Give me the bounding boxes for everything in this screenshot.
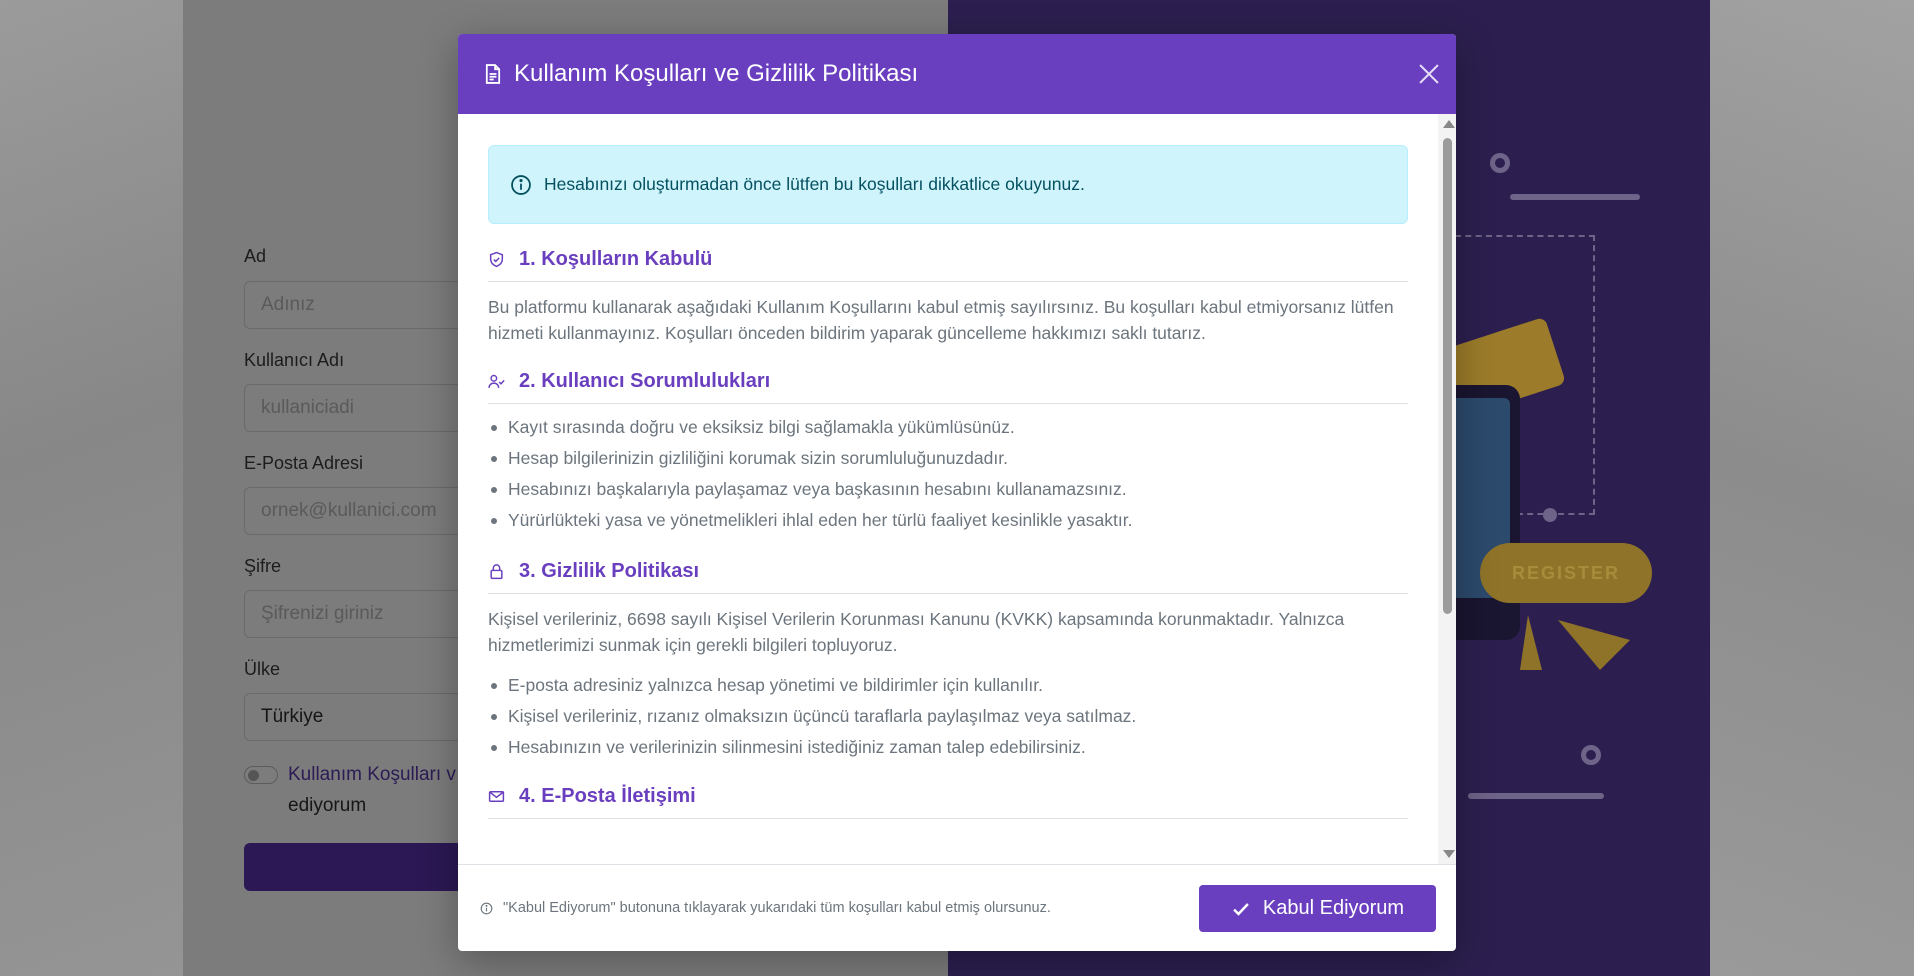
alert-text: Hesabınızı oluşturmadan önce lütfen bu k… — [544, 174, 1085, 194]
list-item: Hesabınızı başkalarıyla paylaşamaz veya … — [488, 474, 1408, 505]
footer-note-text: "Kabul Ediyorum" butonuna tıklayarak yuk… — [503, 900, 1051, 916]
info-circle-icon — [511, 174, 531, 195]
register-illustration-button: REGISTER — [1480, 543, 1652, 603]
lock-icon — [490, 564, 503, 580]
section-title-privacy: 3. Gizlilik Politikası — [488, 560, 1408, 594]
username-input[interactable]: kullaniciadi — [244, 384, 484, 432]
document-icon — [485, 64, 501, 84]
section-title-text: 4. E-Posta İletişimi — [519, 785, 696, 807]
section-paragraph: Kişisel verileriniz, 6698 sayılı Kişisel… — [488, 609, 1345, 655]
modal-title: Kullanım Koşulları ve Gizlilik Politikas… — [514, 60, 919, 87]
decor-dot — [1543, 508, 1557, 522]
info-circle-icon — [480, 902, 493, 914]
scroll-up-arrow-icon[interactable] — [1443, 120, 1455, 128]
user-check-icon — [488, 374, 505, 388]
list-item: E-posta adresiniz yalnızca hesap yönetim… — [488, 670, 1408, 701]
section-title-text: 2. Kullanıcı Sorumlulukları — [519, 370, 771, 392]
list-item: Yürürlükteki yasa ve yönetmelikleri ihla… — [488, 505, 1408, 536]
section-title-responsibilities: 2. Kullanıcı Sorumlulukları — [488, 370, 1408, 404]
terms-text: ediyorum — [288, 795, 367, 816]
section-title-text: 1. Koşulların Kabulü — [519, 248, 713, 270]
password-input[interactable]: Şifrenizi giriniz — [244, 590, 484, 638]
scroll-down-arrow-icon[interactable] — [1443, 850, 1455, 858]
privacy-list: E-posta adresiniz yalnızca hesap yönetim… — [488, 670, 1408, 763]
list-item: Kişisel verileriniz, rızanız olmaksızın … — [488, 701, 1408, 732]
modal-body: Hesabınızı oluşturmadan önce lütfen bu k… — [458, 114, 1456, 864]
section-title-text: 3. Gizlilik Politikası — [519, 560, 700, 582]
decor-triangles — [1520, 615, 1630, 670]
section-paragraph: Bu platformu kullanarak aşağıdaki Kullan… — [488, 297, 1394, 343]
section-title-acceptance: 1. Koşulların Kabulü — [488, 248, 1408, 282]
background-pattern-left — [0, 0, 183, 976]
scroll-thumb[interactable] — [1443, 138, 1452, 614]
footer-note: "Kabul Ediyorum" butonuna tıklayarak yuk… — [480, 900, 1051, 916]
background-pattern-right — [1710, 0, 1914, 976]
email-label: E-Posta Adresi — [244, 453, 364, 473]
check-icon — [1233, 902, 1249, 916]
terms-modal: Kullanım Koşulları ve Gizlilik Politikas… — [458, 34, 1456, 951]
accept-button-label: Kabul Ediyorum — [1262, 897, 1405, 919]
decor-ring — [1490, 153, 1510, 173]
decor-line — [1468, 793, 1604, 799]
country-select[interactable]: Türkiye — [244, 693, 484, 741]
modal-scrollbar[interactable] — [1438, 114, 1456, 864]
terms-toggle[interactable] — [244, 766, 278, 784]
name-label: Ad — [244, 246, 267, 266]
password-label: Şifre — [244, 556, 282, 576]
terms-content: Hesabınızı oluşturmadan önce lütfen bu k… — [488, 145, 1408, 819]
decor-line — [1510, 194, 1640, 200]
envelope-icon — [488, 790, 505, 803]
name-input[interactable]: Adınız — [244, 281, 484, 329]
list-item: Hesabınızın ve verilerinizin silinmesini… — [488, 732, 1408, 763]
section-title-email: 4. E-Posta İletişimi — [488, 785, 1408, 819]
decor-ring — [1581, 745, 1601, 765]
close-icon[interactable] — [1416, 61, 1442, 87]
modal-footer: "Kabul Ediyorum" butonuna tıklayarak yuk… — [458, 864, 1456, 951]
username-label: Kullanıcı Adı — [244, 350, 345, 370]
register-submit-button[interactable] — [244, 843, 484, 891]
shield-check-icon — [489, 251, 504, 268]
accept-button[interactable]: Kabul Ediyorum — [1199, 885, 1436, 932]
info-alert: Hesabınızı oluşturmadan önce lütfen bu k… — [488, 145, 1408, 224]
responsibilities-list: Kayıt sırasında doğru ve eksiksiz bilgi … — [488, 412, 1408, 536]
modal-header: Kullanım Koşulları ve Gizlilik Politikas… — [458, 34, 1456, 114]
country-label: Ülke — [244, 659, 281, 679]
list-item: Hesap bilgilerinizin gizliliğini korumak… — [488, 443, 1408, 474]
email-input[interactable]: ornek@kullanici.com — [244, 487, 484, 535]
terms-link[interactable]: Kullanım Koşulları v — [288, 764, 456, 786]
list-item: Kayıt sırasında doğru ve eksiksiz bilgi … — [488, 412, 1408, 443]
